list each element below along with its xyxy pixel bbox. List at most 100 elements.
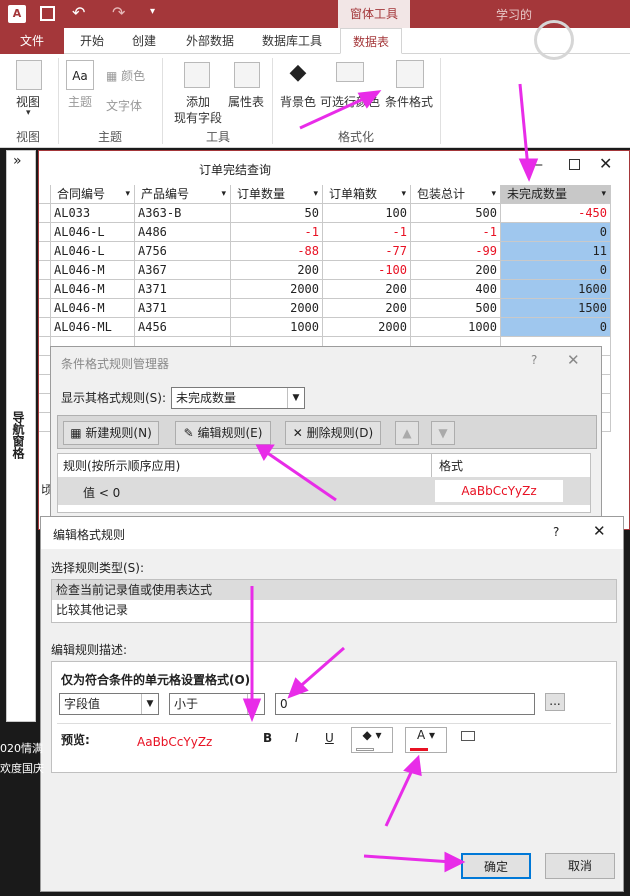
column-header-4[interactable]: 订单箱数 ▾: [323, 185, 411, 204]
edit-rule-button[interactable]: ✎ 编辑规则(E): [175, 421, 271, 445]
table-cell[interactable]: -88: [231, 242, 323, 261]
conditional-format-button[interactable]: 条件格式: [385, 93, 433, 110]
tab-home[interactable]: 开始: [80, 28, 104, 54]
table-cell[interactable]: 400: [411, 280, 501, 299]
table-cell[interactable]: 200: [231, 261, 323, 280]
manager-help-icon[interactable]: ?: [531, 353, 537, 367]
table-cell[interactable]: 2000: [323, 318, 411, 337]
rule-type-item-current[interactable]: 检查当前记录值或使用表达式: [52, 580, 616, 600]
tab-external-data[interactable]: 外部数据: [186, 28, 234, 54]
table-cell[interactable]: 500: [411, 299, 501, 318]
bold-button[interactable]: B: [263, 731, 272, 745]
tab-create[interactable]: 创建: [132, 28, 156, 54]
background-color-picker[interactable]: ◆ ▾: [351, 727, 393, 753]
operator-select[interactable]: 小于 ▼: [169, 693, 265, 715]
table-cell[interactable]: 50: [231, 204, 323, 223]
table-cell[interactable]: A371: [135, 299, 231, 318]
paint-bucket-icon[interactable]: ◆: [284, 60, 312, 88]
property-sheet-button[interactable]: 属性表: [228, 93, 264, 110]
table-cell[interactable]: A367: [135, 261, 231, 280]
conditional-format-icon[interactable]: [396, 60, 424, 88]
table-cell[interactable]: AL046-L: [51, 223, 135, 242]
table-cell[interactable]: -1: [231, 223, 323, 242]
table-cell[interactable]: 2000: [231, 299, 323, 318]
field-value-select[interactable]: 字段值 ▼: [59, 693, 159, 715]
row-selector[interactable]: [39, 280, 51, 299]
alternate-row-icon[interactable]: [336, 62, 364, 82]
redo-icon[interactable]: ↷: [112, 3, 125, 22]
move-up-button[interactable]: ▲: [395, 421, 419, 445]
table-cell[interactable]: 11: [501, 242, 611, 261]
new-rule-button[interactable]: ▦ 新建规则(N): [63, 421, 159, 445]
property-sheet-icon[interactable]: [234, 62, 260, 88]
manager-close-icon[interactable]: ✕: [567, 351, 580, 369]
row-selector[interactable]: [39, 242, 51, 261]
table-cell[interactable]: A486: [135, 223, 231, 242]
table-cell[interactable]: 200: [323, 280, 411, 299]
table-cell[interactable]: 500: [411, 204, 501, 223]
table-cell[interactable]: AL033: [51, 204, 135, 223]
chevron-down-icon[interactable]: ▾: [313, 185, 318, 204]
add-field-button[interactable]: 添加: [186, 93, 210, 110]
table-cell[interactable]: -99: [411, 242, 501, 261]
table-cell[interactable]: 0: [501, 261, 611, 280]
table-cell[interactable]: -100: [323, 261, 411, 280]
row-selector[interactable]: [39, 261, 51, 280]
table-cell[interactable]: AL046-ML: [51, 318, 135, 337]
customize-qat-icon[interactable]: ▾: [150, 6, 155, 17]
close-icon[interactable]: ✕: [599, 154, 612, 173]
theme-button[interactable]: 主题: [68, 93, 92, 110]
expression-builder-button[interactable]: ...: [545, 693, 565, 711]
table-cell[interactable]: AL046-M: [51, 299, 135, 318]
table-cell[interactable]: 0: [501, 223, 611, 242]
table-cell[interactable]: 200: [411, 261, 501, 280]
view-icon[interactable]: [16, 60, 42, 90]
column-header-2[interactable]: 产品编号 ▾: [135, 185, 231, 204]
row-selector[interactable]: [39, 204, 51, 223]
move-down-button[interactable]: ▼: [431, 421, 455, 445]
table-cell[interactable]: -77: [323, 242, 411, 261]
minimize-icon[interactable]: —: [529, 157, 543, 173]
table-cell[interactable]: 1000: [411, 318, 501, 337]
table-cell[interactable]: AL046-L: [51, 242, 135, 261]
column-header-1[interactable]: 合同编号 ▾: [51, 185, 135, 204]
chevron-down-icon[interactable]: ▾: [401, 185, 406, 204]
tab-file[interactable]: 文件: [0, 28, 64, 54]
table-cell[interactable]: A756: [135, 242, 231, 261]
table-cell[interactable]: 100: [323, 204, 411, 223]
edit-close-icon[interactable]: ✕: [593, 522, 606, 540]
table-cell[interactable]: 1500: [501, 299, 611, 318]
underline-button[interactable]: U: [325, 731, 334, 745]
chevron-down-icon[interactable]: ▾: [221, 185, 226, 204]
fonts-button[interactable]: 文字体: [106, 97, 142, 114]
theme-icon[interactable]: Aa: [66, 60, 94, 90]
cancel-button[interactable]: 取消: [545, 853, 615, 879]
row-selector[interactable]: [39, 223, 51, 242]
rule-type-item-compare[interactable]: 比较其他记录: [56, 600, 128, 620]
alternate-row-color-button[interactable]: 可选行颜色: [320, 93, 380, 110]
maximize-icon[interactable]: [569, 159, 580, 170]
ok-button[interactable]: 确定: [461, 853, 531, 879]
value-input[interactable]: 0: [275, 693, 535, 715]
table-cell[interactable]: -450: [501, 204, 611, 223]
table-cell[interactable]: A363-B: [135, 204, 231, 223]
table-cell[interactable]: 2000: [231, 280, 323, 299]
tab-datasheet[interactable]: 数据表: [340, 28, 402, 54]
font-color-picker[interactable]: A ▾: [405, 727, 447, 753]
table-cell[interactable]: 1600: [501, 280, 611, 299]
row-selector-header[interactable]: [39, 185, 51, 204]
show-rules-select[interactable]: 未完成数量 ▼: [171, 387, 305, 409]
table-cell[interactable]: -1: [323, 223, 411, 242]
chevron-down-icon[interactable]: ▾: [601, 185, 606, 204]
add-field-icon[interactable]: [184, 62, 210, 88]
nav-expand-icon[interactable]: »: [13, 153, 22, 169]
undo-icon[interactable]: ↶: [72, 3, 85, 22]
column-header-3[interactable]: 订单数量 ▾: [231, 185, 323, 204]
delete-rule-button[interactable]: ✕ 删除规则(D): [285, 421, 381, 445]
table-cell[interactable]: -1: [411, 223, 501, 242]
colors-button[interactable]: ▦ 颜色: [106, 67, 145, 84]
tab-database-tools[interactable]: 数据库工具: [262, 28, 322, 54]
edit-help-icon[interactable]: ?: [553, 525, 559, 539]
table-cell[interactable]: 0: [501, 318, 611, 337]
column-header-5[interactable]: 包装总计 ▾: [411, 185, 501, 204]
